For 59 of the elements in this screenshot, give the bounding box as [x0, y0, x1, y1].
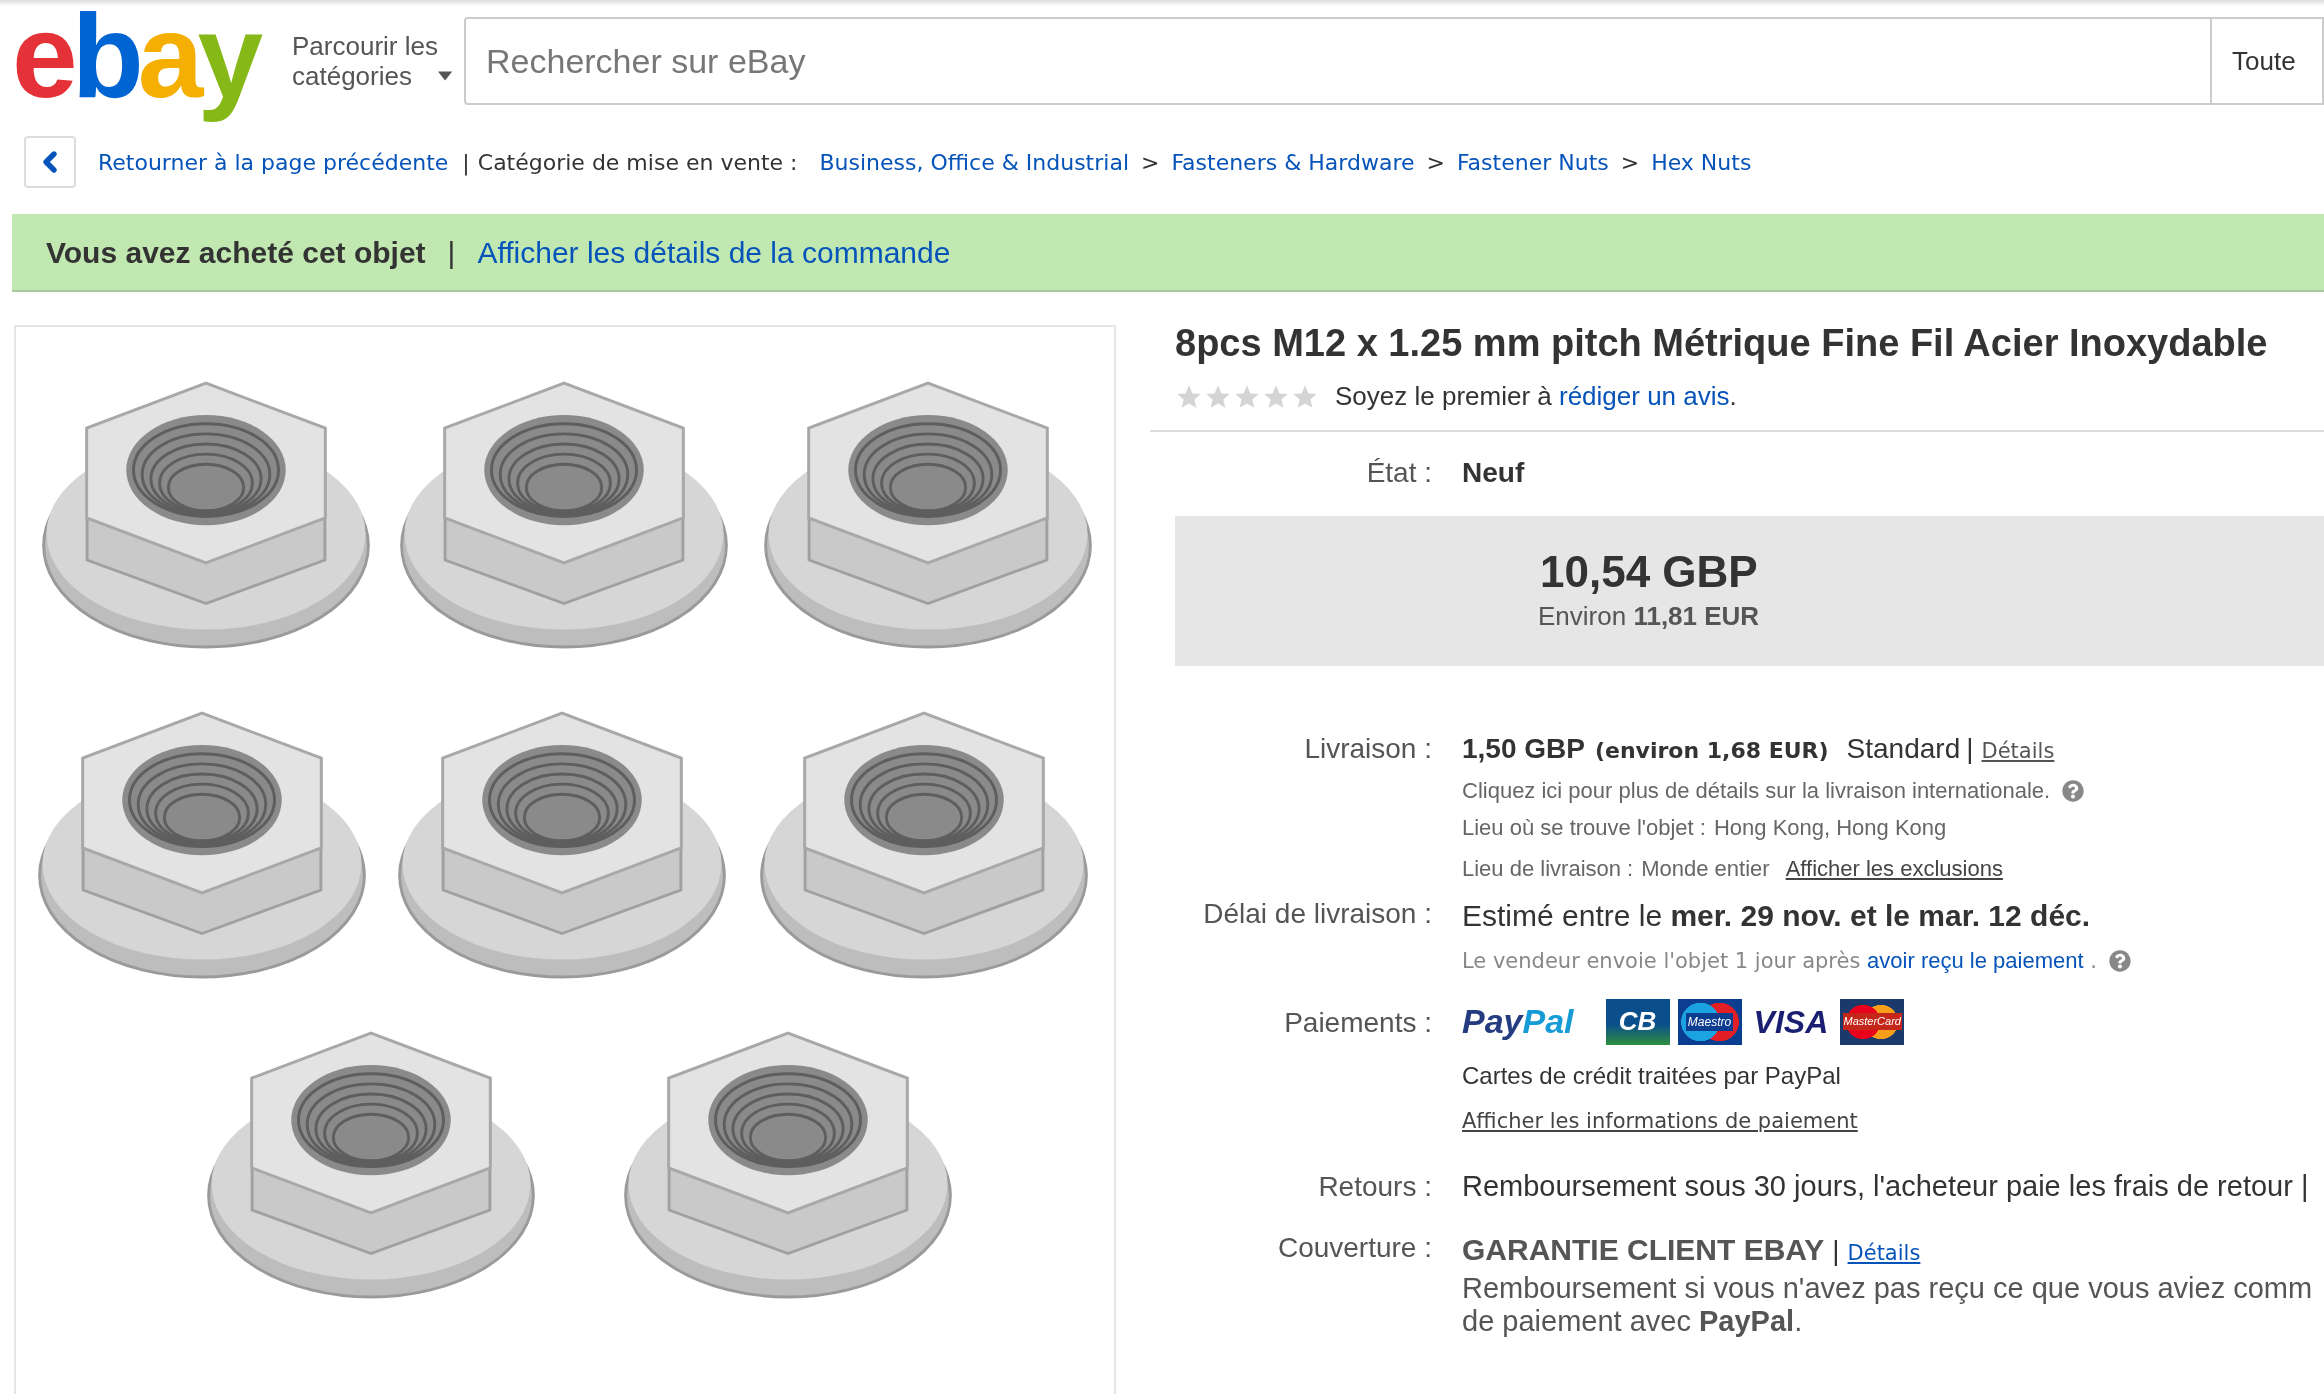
exclusions-link[interactable]: Afficher les exclusions — [1785, 852, 2003, 885]
breadcrumb-separator: > — [1141, 148, 1160, 177]
field-label: Paiements : — [1284, 1005, 1432, 1040]
ships-to-value: Monde entier — [1641, 855, 1770, 883]
payment-logo: PayPal — [1462, 1001, 1574, 1042]
condition-value: Neuf — [1462, 456, 1525, 490]
ebay-logo[interactable]: ebay — [12, 0, 267, 128]
shipping-converted: (environ 1,68 EUR) — [1594, 737, 1829, 765]
search-field[interactable]: Rechercher sur eBay — [464, 17, 2212, 105]
price: 10,54 GBP — [1540, 546, 1759, 597]
payment-info-link[interactable]: Afficher les informations de paiement — [1462, 1105, 1905, 1137]
returns-policy: Remboursement sous 30 jours, l'acheteur paie les frais de retour | — [1462, 1169, 2309, 1204]
back-link[interactable]: Retourner à la page précédente — [98, 145, 449, 179]
coverage-text: Remboursement si vous n'avez pas reçu ce que vous aviez comm de paiement avec PayPal. — [1462, 1271, 2313, 1338]
shipping-cost: 1,50 GBP — [1462, 732, 1585, 766]
separator: | — [462, 148, 470, 178]
payment-received-link[interactable]: avoir reçu le paiement — [1867, 948, 2084, 973]
purchase-message: Vous avez acheté cet objet — [46, 234, 426, 271]
separator: | — [1966, 732, 1974, 766]
location-label: Lieu où se trouve l'objet : — [1462, 814, 1706, 842]
browse-categories-button[interactable]: Parcourir les catégories — [292, 31, 452, 91]
separator: | — [447, 234, 456, 271]
field-label: Retours : — [1318, 1169, 1432, 1204]
review-prompt: Soyez le premier à rédiger un avis. — [1335, 380, 1737, 413]
field-label: État : — [1366, 456, 1432, 490]
product-title: 8pcs M12 x 1.25 mm pitch Métrique Fine Fil Acier Inoxydable — [1174, 321, 2269, 365]
payment-logo: CB — [1605, 998, 1670, 1045]
order-details-link[interactable]: Afficher les détails de la commande — [477, 229, 951, 275]
separator: | — [1832, 1233, 1840, 1268]
shipping-service: Standard — [1846, 732, 1961, 766]
details-link[interactable]: Détails — [1981, 736, 2055, 768]
coverage-title: GARANTIE CLIENT EBAY — [1462, 1231, 1825, 1268]
converted-price: Environ 11,81 EUR — [1538, 599, 1761, 633]
category-dropdown[interactable]: Toute — [2212, 17, 2324, 105]
field-label: Couverture : — [1277, 1230, 1432, 1265]
breadcrumb-link[interactable]: Fasteners & Hardware — [1171, 145, 1415, 179]
breadcrumb-separator: > — [1620, 148, 1640, 177]
shipping-info[interactable]: Cliquez ici pour plus de détails sur la livraison internationale. — [1462, 774, 2051, 807]
coverage-details-link[interactable]: Détails — [1847, 1237, 1921, 1269]
payment-note: Cartes de crédit traitées par PayPal — [1462, 1060, 1842, 1091]
ships-to-label: Lieu de livraison : — [1462, 855, 1634, 883]
write-review-link[interactable]: rédiger un avis — [1559, 381, 1730, 411]
breadcrumb-link[interactable]: Fastener Nuts — [1456, 145, 1609, 179]
help-icon[interactable] — [2062, 779, 2085, 802]
breadcrumb-link[interactable]: Business, Office & Industrial — [819, 145, 1129, 179]
breadcrumb-link[interactable]: Hex Nuts — [1651, 145, 1752, 179]
payment-logo: VISA — [1752, 1002, 1830, 1042]
delivery-estimate: Estimé entre le mer. 29 nov. et le mar. 12 déc. — [1462, 898, 2092, 934]
payment-logo: Maestro — [1677, 998, 1742, 1045]
category-label: Catégorie de mise en vente : — [477, 148, 798, 177]
field-label: Livraison : — [1304, 732, 1432, 766]
caret-icon — [437, 69, 452, 83]
breadcrumb-separator: > — [1426, 148, 1445, 177]
location-value: Hong Kong, Hong Kong — [1713, 814, 1947, 842]
help-icon[interactable] — [2108, 949, 2131, 972]
handling-note: Le vendeur envoie l'objet 1 jour après avoir reçu le paiement . — [1462, 947, 2097, 975]
field-label: Délai de livraison : — [1203, 897, 1432, 931]
back-button[interactable] — [24, 136, 76, 188]
payment-logo: MasterCard — [1840, 998, 1905, 1045]
